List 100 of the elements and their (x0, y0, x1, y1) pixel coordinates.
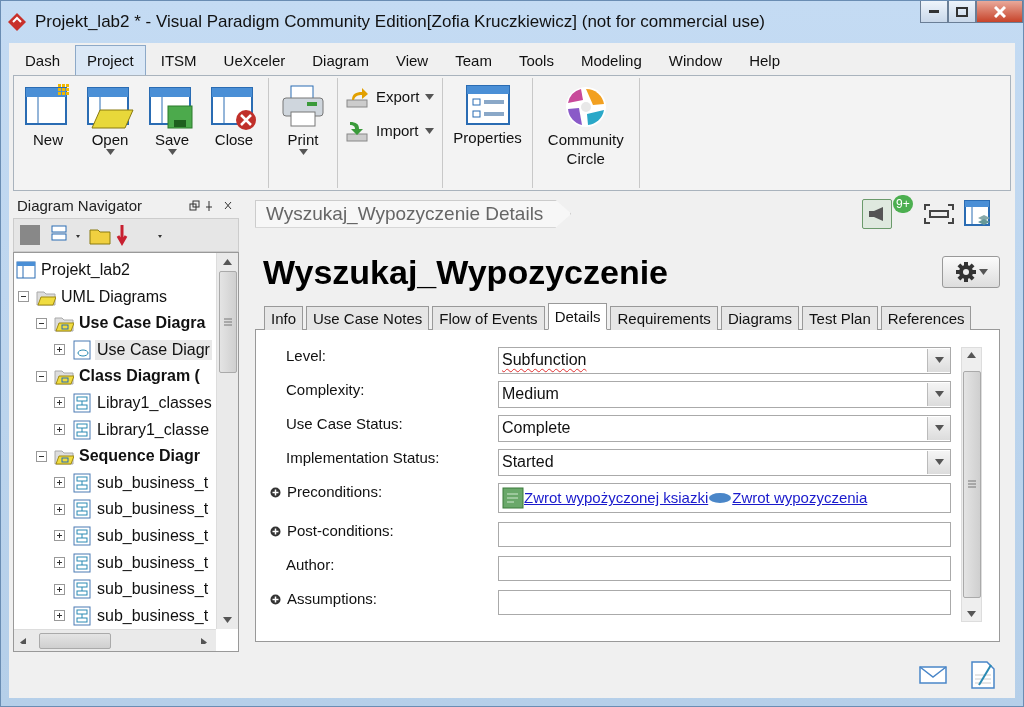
ribbon-button[interactable]: Print (275, 77, 331, 155)
menu-tab[interactable]: ITSM (148, 44, 209, 75)
tree-item[interactable]: sub_business_t (95, 472, 211, 493)
vertical-scrollbar[interactable] (216, 252, 238, 629)
grip-icon[interactable] (967, 480, 976, 489)
link[interactable]: Zwrot wypożyczonej ksiazki (524, 489, 709, 507)
text-field[interactable] (498, 555, 951, 581)
dropdown-field[interactable]: Started (498, 448, 951, 476)
tab[interactable]: References (880, 305, 972, 330)
menu-tab[interactable]: Window (656, 44, 735, 75)
tree-item[interactable]: sub_business_t (95, 499, 211, 520)
dropdown-field[interactable]: Subfunction (498, 346, 951, 374)
tab[interactable]: Info (264, 305, 304, 330)
tab[interactable]: Flow of Events (432, 305, 545, 330)
ribbon-button[interactable]: Export (344, 83, 437, 110)
grip-icon[interactable] (223, 317, 232, 326)
chevron-icon[interactable] (425, 93, 435, 100)
scroll-up-icon (967, 351, 976, 358)
menu-tab[interactable]: Help (737, 44, 792, 75)
sequence-diagram-icon (72, 472, 92, 493)
horizontal-scrollbar[interactable] (14, 629, 216, 651)
ribbon-button[interactable]: Open (82, 77, 138, 155)
ribbon-button[interactable]: Properties (449, 77, 526, 147)
ribbon-button[interactable]: Import (344, 117, 437, 144)
mail-icon[interactable] (919, 666, 947, 684)
link[interactable]: Zwrot wypozyczenia (732, 489, 868, 507)
collapse-toggle[interactable] (18, 291, 29, 303)
maximize-button[interactable] (948, 1, 976, 23)
expand-toggle[interactable] (54, 557, 65, 568)
scroll-left-icon (20, 637, 29, 644)
use-case-ellipse-icon (708, 491, 733, 504)
menu-tab[interactable]: Tools (506, 44, 566, 75)
menu-tab[interactable]: Project (75, 44, 146, 75)
menu-tab[interactable]: Dash (13, 44, 73, 75)
minimize-button[interactable] (920, 1, 948, 23)
tab[interactable]: Test Plan (802, 305, 878, 330)
document-pen-icon[interactable] (971, 661, 995, 689)
app-logo-icon (7, 11, 27, 32)
expand-toggle[interactable] (54, 477, 65, 489)
ribbon-button[interactable]: Community Circle (538, 77, 633, 168)
tab[interactable]: Use Case Notes (306, 305, 430, 330)
expand-toggle[interactable] (54, 397, 65, 409)
sequence-diagram-icon (72, 605, 92, 626)
expand-plus-icon[interactable] (270, 525, 281, 537)
chevron-icon[interactable] (424, 127, 434, 134)
menu-tab[interactable]: Diagram (300, 44, 381, 75)
tree-item[interactable]: Projekt_lab2 (39, 260, 132, 280)
collapse-toggle[interactable] (36, 450, 47, 462)
fit-view-icon[interactable] (924, 203, 954, 224)
menu-tab[interactable]: UeXceler (211, 44, 298, 75)
expand-toggle[interactable] (54, 583, 65, 595)
expand-toggle[interactable] (54, 530, 65, 542)
menu-tab[interactable]: Team (443, 44, 504, 75)
dropdown-value: Subfunction (502, 351, 587, 370)
tab[interactable]: Requirements (610, 305, 718, 330)
vertical-scrollbar[interactable] (961, 346, 982, 622)
tree-item[interactable]: sub_business_t (95, 579, 211, 600)
chevron-icon[interactable] (298, 148, 308, 155)
menu-tab[interactable]: Modeling (568, 44, 654, 75)
page-heading: Wyszukaj_Wypozyczenie (263, 252, 668, 292)
tree-item[interactable]: sub_business_t (95, 552, 211, 573)
tree-item[interactable]: sub_business_t (95, 605, 211, 626)
text-field[interactable] (498, 521, 951, 547)
chevron-icon[interactable] (167, 148, 177, 155)
dropdown-field[interactable]: Complete (498, 414, 951, 442)
tree-item[interactable]: Libray1_classes (95, 392, 214, 413)
menu-tab[interactable]: View (383, 44, 441, 75)
expand-plus-icon[interactable] (270, 593, 281, 605)
ribbon-button[interactable]: Save (144, 77, 200, 155)
ribbon-button[interactable]: New (20, 77, 76, 149)
expand-toggle[interactable] (54, 344, 65, 356)
settings-button[interactable] (942, 256, 1000, 289)
chevron-icon[interactable] (105, 148, 115, 155)
tree-item[interactable]: Sequence Diagr (77, 446, 202, 467)
field-label: Implementation Status: (286, 448, 440, 466)
tab[interactable]: Details (547, 302, 608, 330)
tree-item[interactable]: Use Case Diagra (77, 313, 208, 334)
expand-plus-icon[interactable] (270, 486, 281, 498)
dropdown-field[interactable]: Medium (498, 380, 951, 408)
tree-item[interactable]: Class Diagram ( (77, 366, 202, 387)
breadcrumb[interactable]: Wyszukaj_Wypozyczenie Details (255, 199, 572, 228)
expand-toggle[interactable] (54, 610, 65, 622)
collapse-toggle[interactable] (36, 317, 47, 329)
text-field[interactable] (498, 589, 951, 615)
expand-toggle[interactable] (54, 424, 65, 436)
notifications-button[interactable] (862, 198, 892, 229)
collapse-toggle[interactable] (36, 370, 47, 382)
ribbon-button[interactable]: Close (206, 77, 262, 149)
tab[interactable]: Diagrams (720, 305, 800, 330)
dropdown-arrow-icon (934, 425, 944, 432)
expand-toggle[interactable] (54, 503, 65, 515)
tree-item[interactable]: UML Diagrams (59, 286, 170, 307)
tree-item[interactable]: sub_business_t (95, 525, 211, 546)
sequence-diagram-icon (72, 525, 92, 546)
tree-item[interactable]: Library1_classe (95, 419, 212, 440)
close-button[interactable] (976, 1, 1023, 23)
caret-icon (978, 269, 988, 276)
panel-title: Diagram Navigator (17, 197, 143, 215)
tree-item[interactable]: Use Case Diagr (95, 339, 212, 360)
window-layers-icon[interactable] (964, 199, 992, 228)
